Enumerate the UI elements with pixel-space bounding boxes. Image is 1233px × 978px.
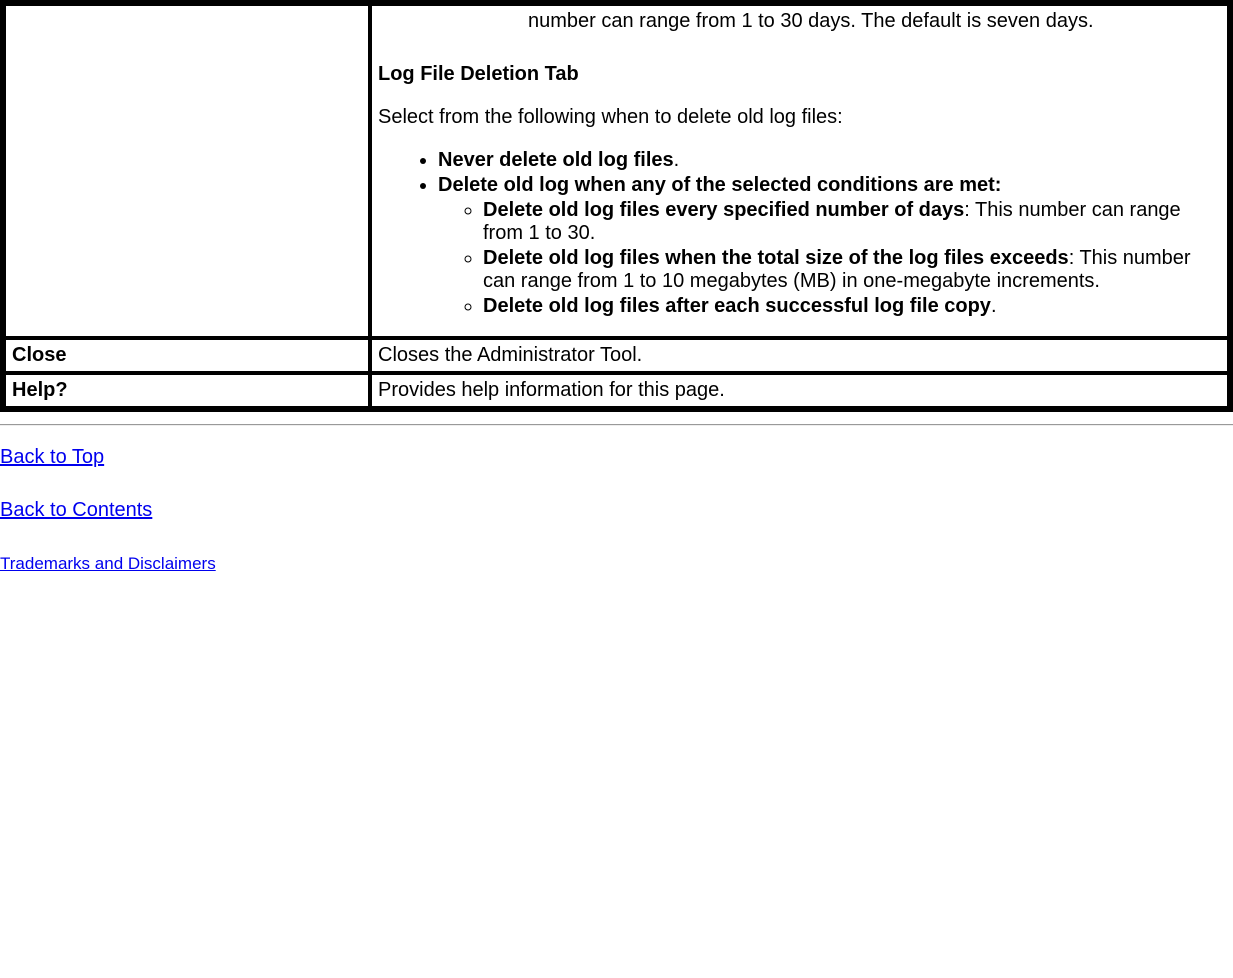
cell-left-empty	[5, 5, 369, 337]
bold-text: Never delete old log files	[438, 149, 674, 171]
cell-close-label: Close	[5, 339, 369, 372]
text: .	[674, 149, 680, 171]
list-item: Delete old log files after each successf…	[483, 295, 1221, 318]
back-to-contents-link[interactable]: Back to Contents	[0, 499, 152, 522]
main-list: Never delete old log files. Delete old l…	[378, 149, 1221, 318]
definition-table: number can range from 1 to 30 days. The …	[0, 0, 1233, 412]
cell-help-desc: Provides help information for this page.	[371, 374, 1228, 407]
list-item: Never delete old log files.	[438, 149, 1221, 172]
bold-text: Delete old log when any of the selected …	[438, 174, 1001, 196]
list-item: Delete old log files every specified num…	[483, 199, 1221, 245]
table-row: Close Closes the Administrator Tool.	[5, 339, 1228, 372]
cell-help-label: Help?	[5, 374, 369, 407]
section-heading: Log File Deletion Tab	[378, 63, 1221, 86]
trademarks-link[interactable]: Trademarks and Disclaimers	[0, 554, 216, 574]
list-item: Delete old log when any of the selected …	[438, 174, 1221, 318]
table-row: Help? Provides help information for this…	[5, 374, 1228, 407]
table-row: number can range from 1 to 30 days. The …	[5, 5, 1228, 337]
sub-list: Delete old log files every specified num…	[438, 199, 1221, 318]
cell-close-desc: Closes the Administrator Tool.	[371, 339, 1228, 372]
cell-right-content: number can range from 1 to 30 days. The …	[371, 5, 1228, 337]
bold-text: Delete old log files every specified num…	[483, 199, 964, 221]
bold-text: Delete old log files when the total size…	[483, 247, 1069, 269]
link-block: Back to Top	[0, 446, 1233, 469]
link-block: Back to Contents	[0, 499, 1233, 522]
link-block: Trademarks and Disclaimers	[0, 552, 1233, 575]
text: .	[991, 295, 997, 317]
bold-text: Delete old log files after each successf…	[483, 295, 991, 317]
back-to-top-link[interactable]: Back to Top	[0, 446, 104, 469]
list-item: Delete old log files when the total size…	[483, 247, 1221, 293]
top-text: number can range from 1 to 30 days. The …	[378, 10, 1221, 33]
divider	[0, 424, 1233, 426]
intro-text: Select from the following when to delete…	[378, 106, 1221, 129]
